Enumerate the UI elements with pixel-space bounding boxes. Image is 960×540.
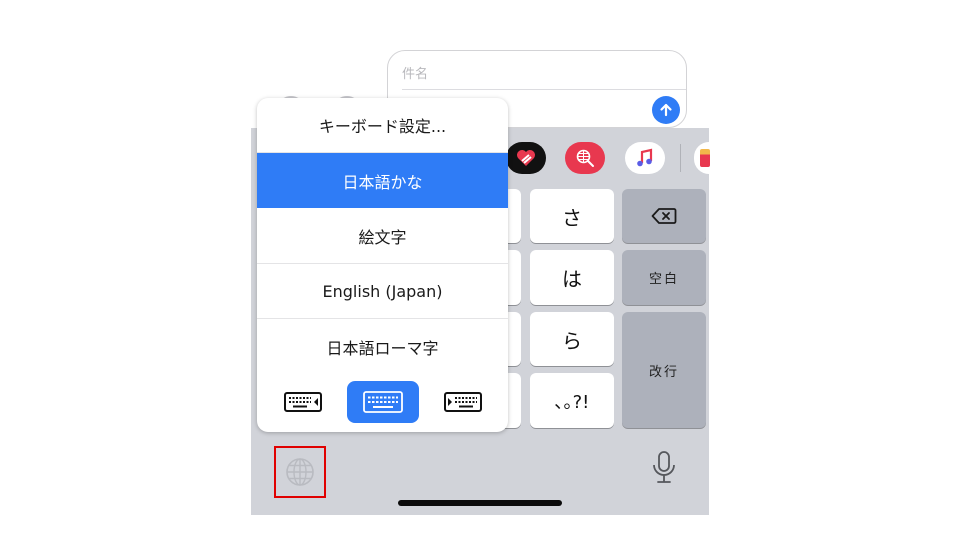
keyboard-menu: キーボード設定... 日本語かな 絵文字 English (Japan) 日本語… (257, 98, 508, 432)
web-search-app-icon[interactable] (565, 142, 605, 174)
keyboard-left-icon (284, 392, 322, 412)
key-sa[interactable]: さ (530, 189, 614, 243)
subject-field[interactable]: 件名 (402, 63, 428, 82)
delete-icon (651, 208, 677, 224)
composer-divider (402, 89, 686, 90)
music-app-icon[interactable] (625, 142, 665, 174)
globe-button[interactable] (274, 446, 326, 498)
keyboard-right-button[interactable] (427, 381, 499, 423)
strip-separator (680, 144, 681, 172)
menu-item-emoji[interactable]: 絵文字 (257, 209, 508, 264)
keyboard-full-button[interactable] (347, 381, 419, 423)
keyboard-right-icon (444, 392, 482, 412)
menu-item-english-japan[interactable]: English (Japan) (257, 264, 508, 319)
return-key[interactable]: 改行 (622, 312, 706, 428)
home-indicator (398, 500, 562, 506)
arrow-up-icon (660, 103, 672, 117)
key-punctuation[interactable]: ､｡?! (530, 373, 614, 428)
menu-item-keyboard-settings[interactable]: キーボード設定... (257, 98, 508, 153)
heart-sticker-app-icon[interactable] (506, 142, 546, 174)
menu-item-japanese-romaji[interactable]: 日本語ローマ字 (257, 319, 508, 374)
keyboard-full-icon (363, 391, 403, 413)
keyboard-left-button[interactable] (267, 381, 339, 423)
send-button[interactable] (652, 96, 680, 124)
globe-icon (286, 458, 314, 486)
menu-item-japanese-kana[interactable]: 日本語かな (257, 153, 508, 208)
delete-key[interactable] (622, 189, 706, 243)
gift-app-icon[interactable] (694, 142, 724, 174)
key-ra[interactable]: ら (530, 312, 614, 366)
key-ha[interactable]: は (530, 250, 614, 305)
microphone-icon[interactable] (649, 450, 679, 486)
space-key[interactable]: 空白 (622, 250, 706, 305)
